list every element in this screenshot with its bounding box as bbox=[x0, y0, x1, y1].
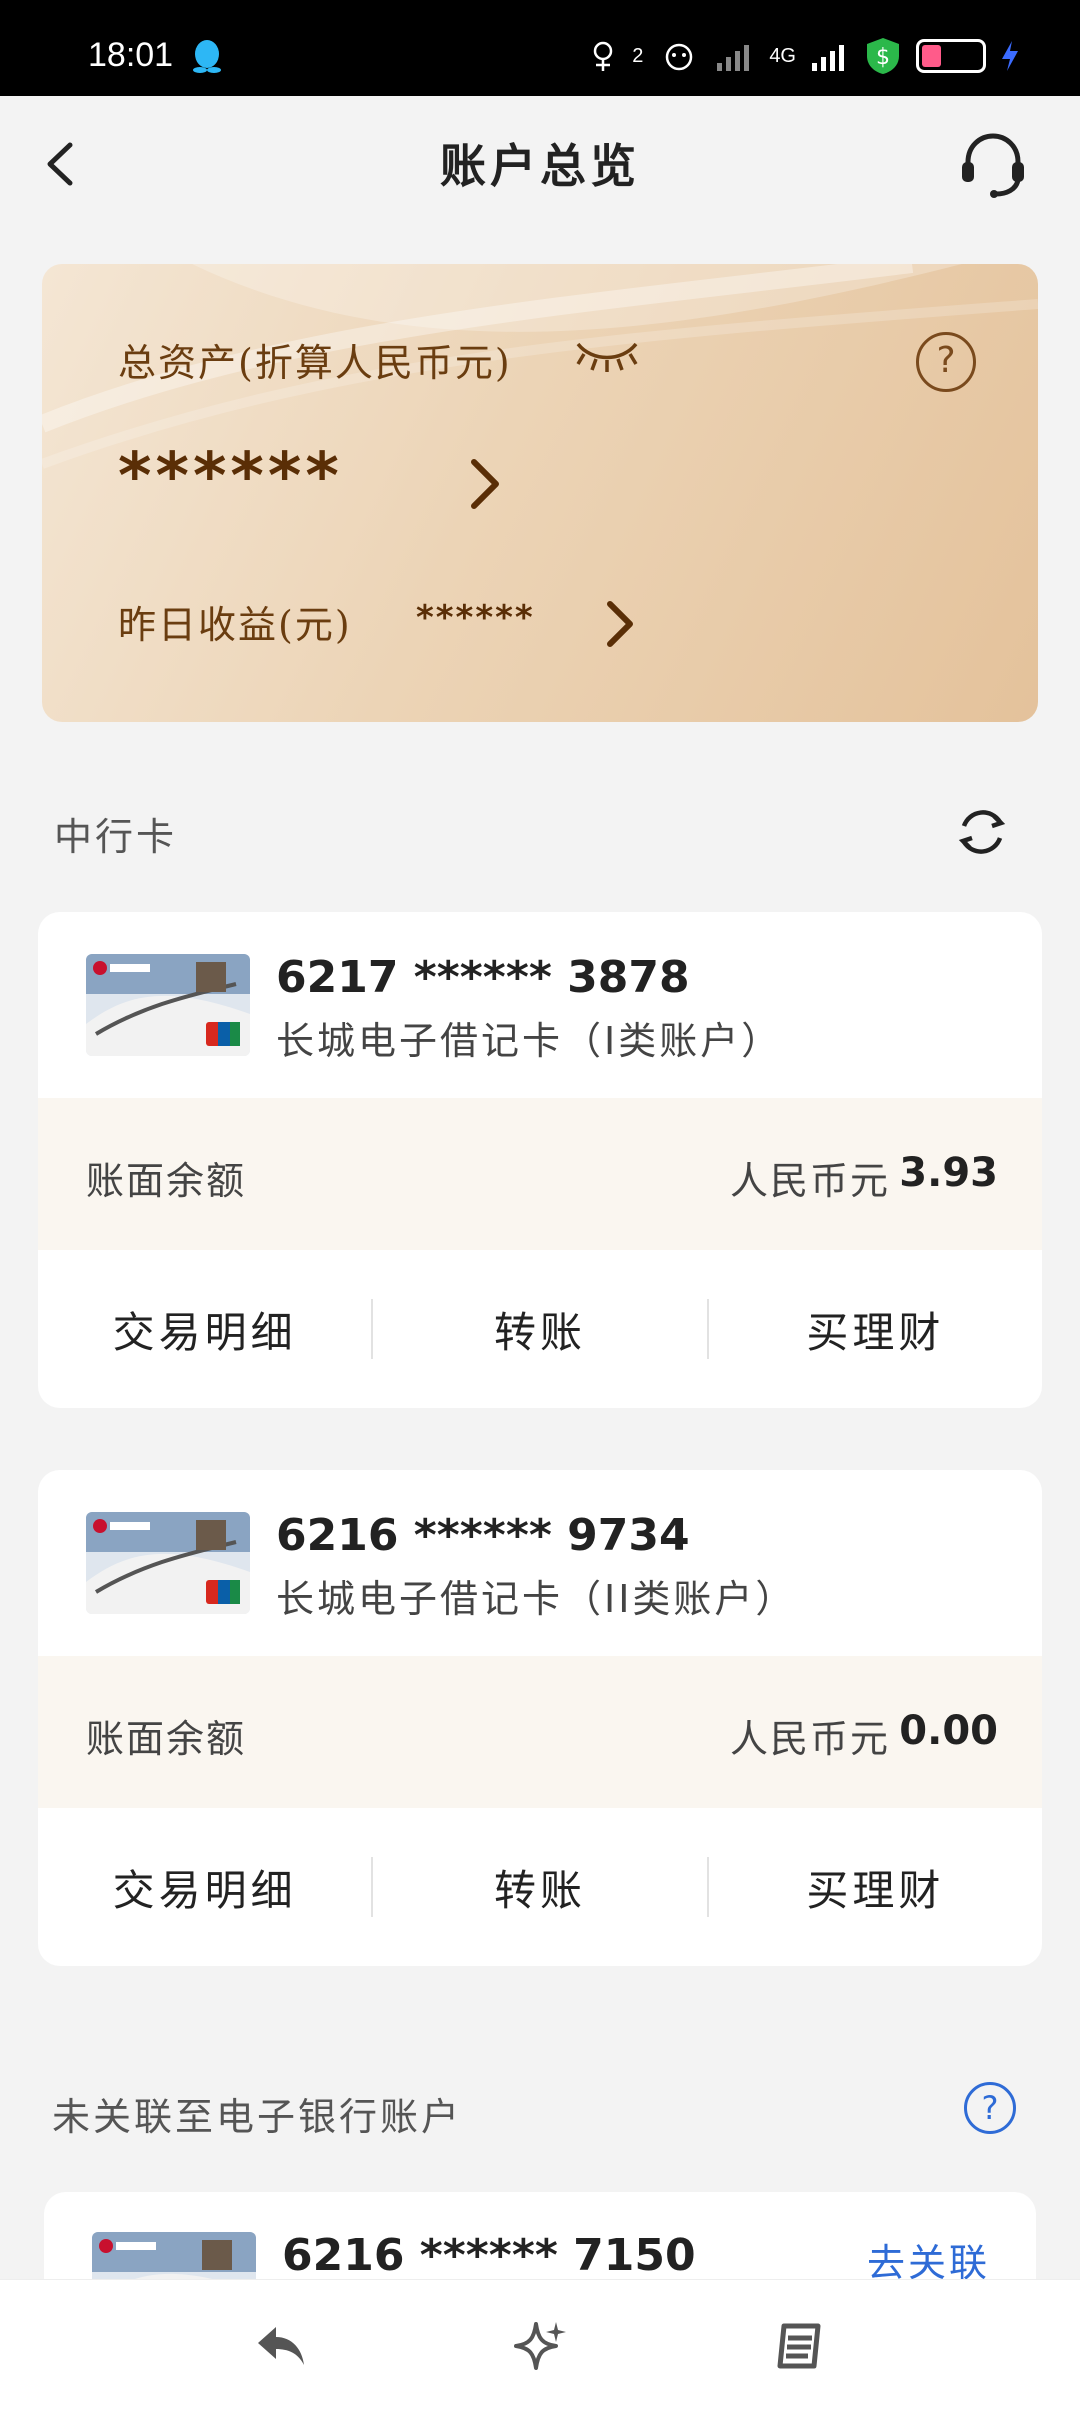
total-assets-label: 总资产(折算人民币元) bbox=[118, 341, 512, 385]
chevron-right-icon[interactable] bbox=[460, 454, 510, 514]
back-arrow-icon[interactable] bbox=[245, 2311, 315, 2381]
refresh-icon[interactable] bbox=[954, 804, 1010, 860]
bank-cards-section-title: 中行卡 bbox=[54, 815, 178, 859]
yesterday-yield-value[interactable]: ****** bbox=[416, 598, 535, 638]
total-assets-card: 总资产(折算人民币元) ? ****** 昨日收益(元) ****** bbox=[42, 264, 1038, 722]
sparkle-icon[interactable] bbox=[505, 2311, 575, 2381]
transaction-details-button[interactable]: 交易明细 bbox=[38, 1857, 371, 1918]
card-type: 长城电子借记卡（I类账户） bbox=[276, 1019, 783, 1063]
network-type: 4G bbox=[769, 44, 796, 67]
headset-icon bbox=[962, 133, 1024, 198]
bottom-nav bbox=[0, 2280, 1080, 2412]
account-card-header[interactable]: 6217 ****** 3878 长城电子借记卡（I类账户） bbox=[38, 912, 1042, 1098]
balance-label: 账面余额 bbox=[86, 1717, 247, 1761]
account-actions: 交易明细 转账 买理财 bbox=[38, 1808, 1042, 1966]
charging-icon bbox=[1000, 38, 1020, 74]
account-actions: 交易明细 转账 买理财 bbox=[38, 1250, 1042, 1408]
card-number: 6216 ****** 7150 bbox=[282, 2230, 696, 2281]
balance-currency: 人民币元 bbox=[729, 1159, 890, 1203]
account-balance-row: 账面余额 人民币元 0.00 bbox=[38, 1656, 1042, 1808]
signal-weak-icon bbox=[715, 38, 755, 74]
sim2-label: 2 bbox=[632, 44, 644, 67]
balance-amount: 3.93 bbox=[899, 1150, 998, 1196]
wifi-icon bbox=[657, 38, 701, 74]
account-card-header[interactable]: 6216 ****** 9734 长城电子借记卡（II类账户） bbox=[38, 1470, 1042, 1656]
unlinked-help-icon[interactable]: ? bbox=[964, 2082, 1016, 2134]
balance-amount: 0.00 bbox=[899, 1708, 998, 1754]
balance-label: 账面余额 bbox=[86, 1159, 247, 1203]
customer-service-button[interactable] bbox=[956, 130, 1030, 200]
assets-help-icon[interactable]: ? bbox=[916, 332, 976, 392]
header: 账户总览 bbox=[0, 96, 1080, 236]
card-type: 长城电子借记卡（II类账户） bbox=[276, 1577, 797, 1621]
signal-icon bbox=[810, 38, 850, 74]
card-number: 6217 ****** 3878 bbox=[276, 952, 690, 1003]
status-time: 18:01 bbox=[88, 36, 174, 74]
link-account-button[interactable]: 去关联 bbox=[867, 2232, 990, 2287]
bank-card-image bbox=[86, 1512, 250, 1614]
card-number: 6216 ****** 9734 bbox=[276, 1510, 690, 1561]
notification-icon bbox=[588, 38, 618, 74]
balance-currency: 人民币元 bbox=[729, 1717, 890, 1761]
status-icons: 2 4G $ bbox=[588, 36, 1020, 76]
chevron-right-icon[interactable] bbox=[598, 594, 642, 654]
account-balance-row: 账面余额 人民币元 3.93 bbox=[38, 1098, 1042, 1250]
page-title: 账户总览 bbox=[440, 139, 640, 193]
bank-card-image bbox=[86, 954, 250, 1056]
buy-wealth-button[interactable]: 买理财 bbox=[709, 1299, 1042, 1360]
security-shield-icon: $ bbox=[867, 38, 899, 74]
transaction-details-button[interactable]: 交易明细 bbox=[38, 1299, 371, 1360]
transfer-button[interactable]: 转账 bbox=[373, 1857, 706, 1918]
transfer-button[interactable]: 转账 bbox=[373, 1299, 706, 1360]
eye-closed-icon[interactable] bbox=[572, 332, 642, 378]
account-card: 6216 ****** 9734 长城电子借记卡（II类账户） 账面余额 人民币… bbox=[38, 1470, 1042, 1966]
yesterday-yield-label: 昨日收益(元) bbox=[118, 603, 352, 647]
buy-wealth-button[interactable]: 买理财 bbox=[709, 1857, 1042, 1918]
battery-icon bbox=[916, 39, 986, 73]
account-card: 6217 ****** 3878 长城电子借记卡（I类账户） 账面余额 人民币元… bbox=[38, 912, 1042, 1408]
svg-text:$: $ bbox=[876, 45, 890, 70]
qq-icon bbox=[193, 40, 221, 73]
total-assets-value[interactable]: ****** bbox=[118, 440, 343, 514]
list-icon[interactable] bbox=[765, 2311, 835, 2381]
unlinked-section-title: 未关联至电子银行账户 bbox=[52, 2095, 463, 2139]
status-bar: 18:01 2 4G $ bbox=[0, 0, 1080, 96]
